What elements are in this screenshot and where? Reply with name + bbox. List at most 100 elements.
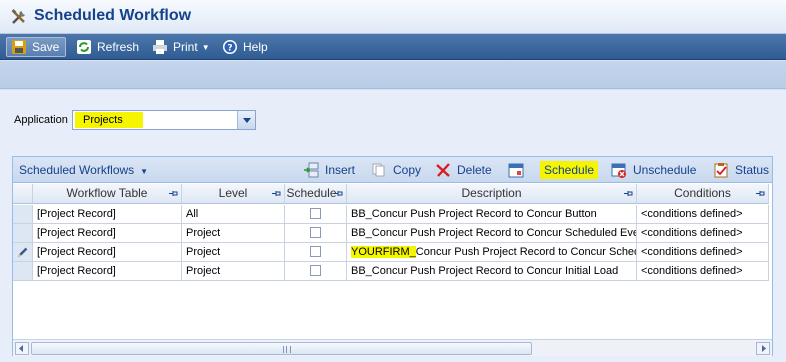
sub-header-band [0, 61, 786, 89]
description-highlight: YOURFIRM_ [351, 246, 416, 258]
unschedule-label: Unschedule [633, 163, 697, 177]
cell-conditions[interactable]: <conditions defined> [637, 243, 769, 262]
cell-workflow-table[interactable]: [Project Record] [33, 262, 182, 281]
cell-level[interactable]: Project [182, 262, 285, 281]
help-icon: ? [223, 40, 237, 54]
column-label: Schedule [286, 186, 337, 200]
column-header-workflow-table[interactable]: Workflow Table [33, 184, 182, 204]
unschedule-button[interactable]: Unschedule [611, 161, 696, 179]
cell-schedule[interactable] [285, 205, 347, 224]
insert-icon [304, 162, 319, 178]
scheduled-workflows-grid: Scheduled Workflows ▼ Insert Copy Delete [12, 156, 773, 356]
scrollbar-thumb[interactable] [31, 342, 532, 355]
row-selector[interactable] [13, 262, 33, 281]
column-label: Description [461, 186, 522, 200]
cell-conditions[interactable]: <conditions defined> [637, 224, 769, 243]
status-label: Status [735, 163, 770, 177]
row-selector-header [13, 184, 33, 204]
pin-icon[interactable] [169, 190, 178, 197]
vertical-scrollbar[interactable] [769, 184, 773, 338]
copy-label: Copy [393, 163, 422, 177]
column-header-description[interactable]: Description [347, 184, 637, 204]
calendar-schedule-icon-btn[interactable] [508, 161, 530, 179]
refresh-label: Refresh [97, 40, 140, 54]
column-label: Level [218, 186, 248, 200]
page-title: Scheduled Workflow [34, 7, 192, 24]
refresh-icon [77, 40, 91, 54]
row-selector[interactable] [13, 205, 33, 224]
grid-title-menu[interactable]: Scheduled Workflows ▼ [19, 163, 148, 177]
pin-icon[interactable] [624, 190, 633, 197]
schedule-label: Schedule [544, 163, 595, 177]
print-button[interactable]: Print ▼ [152, 37, 210, 57]
cell-level[interactable]: Project [182, 243, 285, 262]
cell-description[interactable]: BB_Concur Push Project Record to Concur … [347, 205, 637, 224]
edit-pencil-icon [17, 247, 28, 258]
save-label: Save [32, 40, 60, 54]
column-header-schedule[interactable]: Schedule [285, 184, 347, 204]
grip-icon [283, 346, 291, 353]
cell-description[interactable]: BB_Concur Push Project Record to Concur … [347, 224, 637, 243]
schedule-checkbox[interactable] [310, 227, 321, 238]
calendar-remove-icon [611, 163, 626, 178]
print-label: Print [173, 40, 198, 54]
delete-button[interactable]: Delete [435, 161, 492, 179]
column-label: Conditions [674, 186, 731, 200]
cell-schedule[interactable] [285, 262, 347, 281]
help-button[interactable]: ? Help [222, 37, 268, 57]
schedule-button[interactable]: Schedule [540, 161, 599, 179]
row-selector[interactable] [13, 243, 33, 262]
column-label: Workflow Table [66, 186, 148, 200]
copy-button[interactable]: Copy [371, 161, 421, 179]
svg-text:?: ? [227, 44, 232, 54]
cell-conditions[interactable]: <conditions defined> [637, 262, 769, 281]
cell-level[interactable]: Project [182, 224, 285, 243]
grid-title: Scheduled Workflows [19, 163, 135, 177]
application-label: Application [14, 114, 68, 126]
cell-workflow-table[interactable]: [Project Record] [33, 205, 182, 224]
cell-level[interactable]: All [182, 205, 285, 224]
status-button[interactable]: Status [713, 161, 769, 179]
insert-button[interactable]: Insert [303, 161, 355, 179]
save-button[interactable]: Save [6, 37, 66, 57]
cell-conditions[interactable]: <conditions defined> [637, 205, 769, 224]
cell-schedule[interactable] [285, 243, 347, 262]
application-selected-value: Projects [75, 112, 143, 128]
chevron-down-icon: ▼ [201, 42, 210, 52]
chevron-down-icon: ▼ [140, 167, 149, 176]
row-selector[interactable] [13, 224, 33, 243]
insert-label: Insert [325, 163, 356, 177]
title-bar: Scheduled Workflow [0, 0, 786, 34]
column-header-conditions[interactable]: Conditions [637, 184, 769, 204]
help-label: Help [243, 40, 268, 54]
pin-icon[interactable] [334, 190, 343, 197]
delete-label: Delete [457, 163, 492, 177]
horizontal-scrollbar[interactable] [13, 339, 772, 356]
grid-toolbar: Scheduled Workflows ▼ Insert Copy Delete [13, 157, 772, 183]
refresh-button[interactable]: Refresh [76, 37, 139, 57]
cell-description[interactable]: BB_Concur Push Project Record to Concur … [347, 262, 637, 281]
pin-icon[interactable] [756, 190, 765, 197]
description-rest: Concur Push Project Record to Concur Sch… [415, 246, 637, 258]
application-select[interactable]: Projects [72, 110, 256, 130]
scroll-right-icon[interactable] [756, 342, 770, 355]
main-toolbar: Save Refresh Print ▼ ? Help [0, 34, 786, 60]
cell-workflow-table[interactable]: [Project Record] [33, 224, 182, 243]
cell-workflow-table[interactable]: [Project Record] [33, 243, 182, 262]
schedule-checkbox[interactable] [310, 265, 321, 276]
column-header-level[interactable]: Level [182, 184, 285, 204]
delete-x-icon [436, 163, 450, 177]
copy-icon [372, 163, 385, 177]
status-clipboard-icon [714, 163, 728, 178]
cell-description[interactable]: YOURFIRM_Concur Push Project Record to C… [347, 243, 637, 262]
tools-icon [11, 9, 25, 24]
cell-schedule[interactable] [285, 224, 347, 243]
scroll-left-icon[interactable] [15, 342, 29, 355]
printer-icon [153, 40, 167, 54]
pin-icon[interactable] [272, 190, 281, 197]
schedule-checkbox[interactable] [310, 246, 321, 257]
schedule-checkbox[interactable] [310, 208, 321, 219]
save-icon [12, 40, 26, 54]
calendar-icon [508, 163, 524, 178]
dropdown-arrow-icon[interactable] [237, 111, 255, 129]
